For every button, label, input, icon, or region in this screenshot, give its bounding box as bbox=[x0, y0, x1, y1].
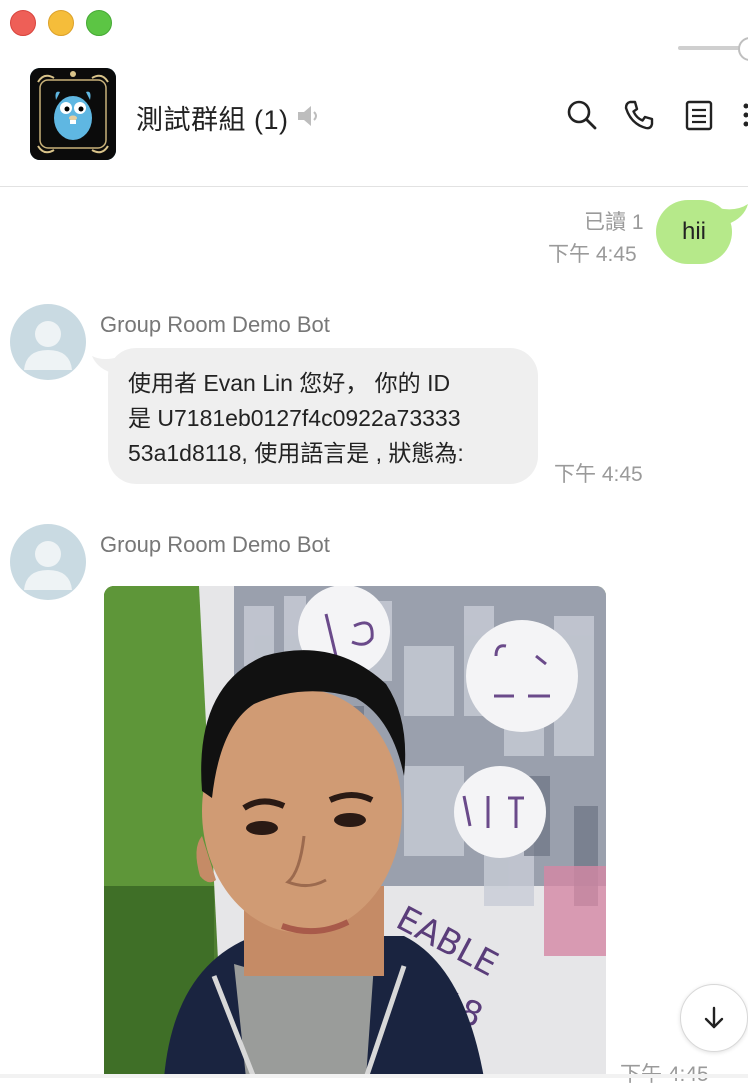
message-line: 使用者 Evan Lin 您好， 你的 ID bbox=[128, 366, 518, 401]
window-controls bbox=[10, 10, 112, 36]
message-time: 下午 4:45 bbox=[554, 458, 643, 488]
bot-avatar[interactable] bbox=[10, 524, 86, 600]
sender-name: Group Room Demo Bot bbox=[100, 312, 330, 338]
chat-room-title: 測試群組 (1) bbox=[136, 98, 289, 137]
group-avatar[interactable] bbox=[30, 68, 116, 160]
default-user-icon bbox=[10, 304, 86, 380]
more-icon[interactable] bbox=[742, 100, 748, 130]
minimize-window-button[interactable] bbox=[48, 10, 74, 36]
chat-header: 測試群組 (1) bbox=[0, 60, 748, 187]
selfie-photo: EABLE /18 bbox=[104, 586, 606, 1078]
arrow-down-icon bbox=[701, 1005, 727, 1031]
read-receipt: 已讀 1 bbox=[584, 206, 644, 236]
message-time: 下午 4:45 bbox=[620, 1058, 709, 1088]
image-message[interactable]: EABLE /18 bbox=[104, 586, 606, 1078]
close-window-button[interactable] bbox=[10, 10, 36, 36]
scroll-to-bottom-button[interactable] bbox=[680, 984, 748, 1052]
message-time: 下午 4:45 bbox=[548, 238, 637, 268]
message-line: 是 U7181eb0127f4c0922a73333 bbox=[128, 401, 518, 436]
zoom-slider-knob[interactable] bbox=[738, 37, 748, 61]
bot-avatar[interactable] bbox=[10, 304, 86, 380]
default-user-icon bbox=[10, 524, 86, 600]
sender-name: Group Room Demo Bot bbox=[100, 532, 330, 558]
search-icon[interactable] bbox=[565, 98, 599, 132]
input-area-divider bbox=[0, 1074, 748, 1078]
message-line: 53a1d8118, 使用語言是 , 狀態為: bbox=[128, 436, 518, 471]
phone-icon[interactable] bbox=[622, 98, 656, 132]
incoming-message-bubble[interactable]: 使用者 Evan Lin 您好， 你的 ID 是 U7181eb0127f4c0… bbox=[108, 348, 538, 484]
speaker-muted-icon bbox=[296, 104, 322, 133]
notes-icon[interactable] bbox=[682, 98, 716, 132]
outgoing-message-bubble[interactable]: hii bbox=[656, 200, 732, 264]
zoom-window-button[interactable] bbox=[86, 10, 112, 36]
